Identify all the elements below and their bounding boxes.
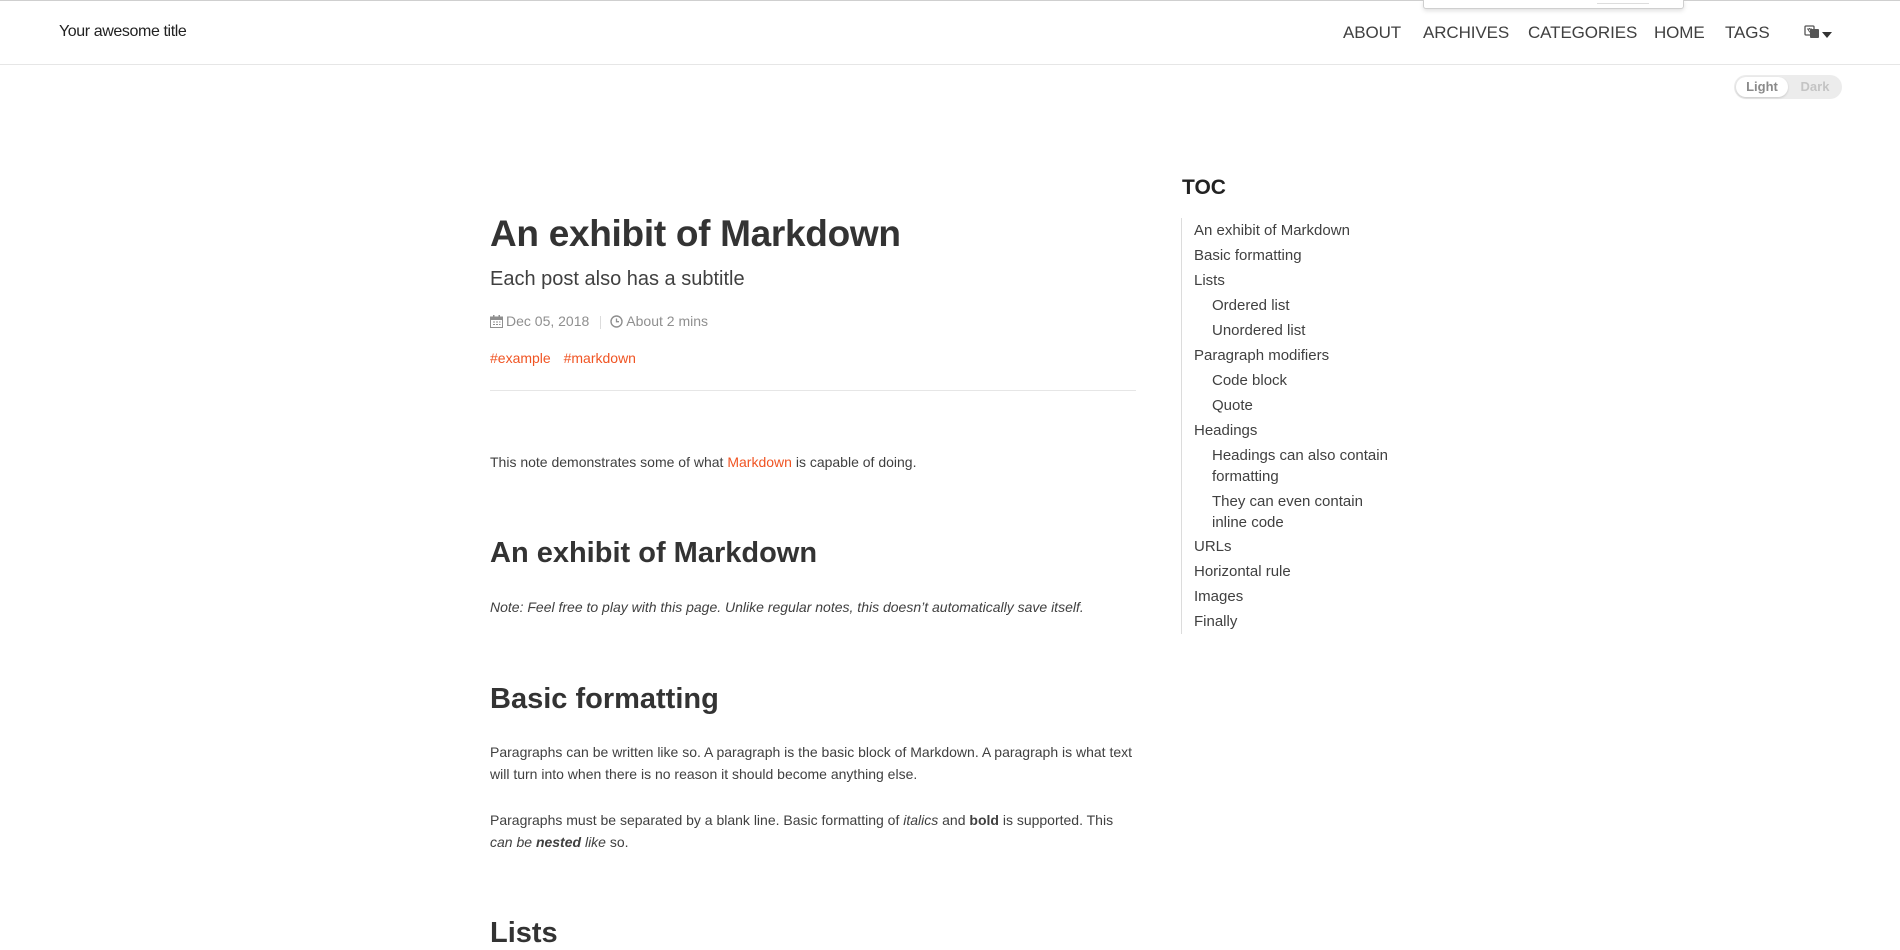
toc-item[interactable]: Unordered list — [1212, 320, 1305, 341]
toc-item[interactable]: An exhibit of Markdown — [1194, 220, 1350, 241]
toc-item[interactable]: Finally — [1194, 611, 1237, 632]
post-tags: #example #markdown — [490, 350, 645, 366]
toc-item[interactable]: Paragraph modifiers — [1194, 345, 1329, 366]
post-title: An exhibit of Markdown — [490, 213, 901, 254]
calendar-icon — [490, 315, 503, 328]
toc-item[interactable]: Horizontal rule — [1194, 561, 1291, 582]
toc-item[interactable]: Lists — [1194, 270, 1225, 291]
post-read-time: About 2 mins — [626, 313, 709, 329]
post-subtitle: Each post also has a subtitle — [490, 268, 745, 290]
theme-light-option[interactable]: Light — [1736, 77, 1788, 97]
nav-archives[interactable]: ARCHIVES — [1423, 23, 1509, 43]
theme-dark-option[interactable]: Dark — [1792, 77, 1838, 97]
language-icon — [1804, 25, 1819, 38]
toc-item[interactable]: Headings — [1194, 420, 1257, 441]
heading-basic-formatting: Basic formatting — [490, 683, 719, 715]
markdown-link[interactable]: Markdown — [727, 454, 792, 470]
toc-item[interactable]: Basic formatting — [1194, 245, 1302, 266]
heading-lists: Lists — [490, 917, 558, 949]
toc-title: TOC — [1182, 176, 1226, 199]
toc-item[interactable]: Quote — [1212, 395, 1253, 416]
nav-categories[interactable]: CATEGORIES — [1528, 23, 1637, 43]
intro-paragraph: This note demonstrates some of what Mark… — [490, 454, 917, 470]
nav-tags[interactable]: TAGS — [1725, 23, 1770, 43]
nav-home[interactable]: HOME — [1654, 23, 1705, 43]
toc-item[interactable]: They can even contain inline code — [1212, 491, 1363, 533]
toc-item[interactable]: Headings can also contain formatting — [1212, 445, 1388, 487]
toc-item[interactable]: Images — [1194, 586, 1243, 607]
language-dropdown-button[interactable] — [1804, 24, 1832, 42]
toc-item[interactable]: URLs — [1194, 536, 1232, 557]
navbar: Your awesome title ABOUT ARCHIVES CATEGO… — [0, 1, 1900, 65]
chevron-down-icon — [1822, 32, 1832, 39]
theme-toggle[interactable]: Light Dark — [1734, 75, 1842, 99]
post-divider — [490, 390, 1136, 391]
toc-item[interactable]: Ordered list — [1212, 295, 1290, 316]
clock-icon — [610, 315, 623, 328]
toc-list: An exhibit of Markdown Basic formatting … — [1181, 218, 1422, 634]
post-meta: Dec 05, 2018 About 2 mins — [490, 313, 708, 329]
site-brand[interactable]: Your awesome title — [59, 23, 187, 41]
post-date: Dec 05, 2018 — [506, 313, 590, 329]
toc-item[interactable]: Code block — [1212, 370, 1287, 391]
nav-about[interactable]: ABOUT — [1343, 23, 1401, 43]
note-paragraph: Note: Feel free to play with this page. … — [490, 599, 1084, 615]
paragraph-basic-2: Paragraphs must be separated by a blank … — [490, 812, 1114, 850]
language-dropdown-menu-edge — [1423, 0, 1684, 9]
tag-markdown[interactable]: #markdown — [564, 350, 636, 366]
tag-example[interactable]: #example — [490, 350, 551, 366]
heading-exhibit: An exhibit of Markdown — [490, 537, 818, 569]
paragraph-basic-1: Paragraphs can be written like so. A par… — [490, 744, 1133, 782]
